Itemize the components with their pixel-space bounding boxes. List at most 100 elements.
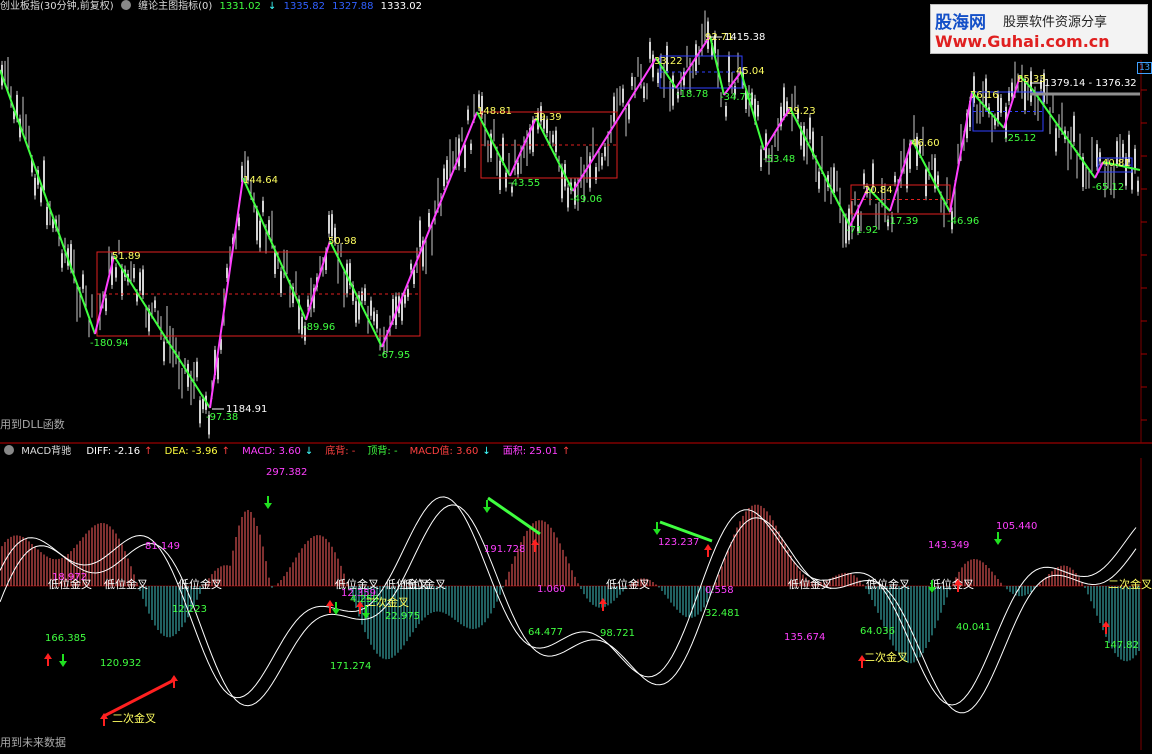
macd-field-2: MACD: 3.60	[242, 446, 301, 457]
candle	[133, 267, 135, 279]
trough-label: -180.94	[90, 338, 129, 349]
candle	[443, 168, 445, 187]
indicator-name[interactable]: 缠论主图指标(0)	[138, 1, 212, 12]
candle	[499, 160, 501, 190]
trough-label: -43.55	[508, 178, 540, 189]
macd-area-label: 143.349	[928, 540, 969, 551]
arrow-down-icon: ↓	[304, 446, 314, 457]
candle	[467, 109, 469, 121]
candle	[502, 137, 504, 162]
candle	[328, 214, 330, 234]
macd-area-label: 135.674	[784, 632, 825, 643]
bi-stroke	[535, 117, 574, 192]
bi-stroke	[209, 177, 244, 409]
arrow-down-icon: ↓	[268, 1, 277, 12]
candle	[226, 267, 228, 279]
candle	[376, 314, 378, 329]
candle	[40, 187, 42, 203]
price-marker-label: 1379.14 - 1376.32	[1044, 78, 1137, 89]
candle	[649, 41, 651, 59]
candle	[1134, 148, 1136, 170]
candle	[259, 220, 261, 248]
bottom-footnote: 用到未来数据	[0, 736, 66, 749]
trough-label: -71.92	[846, 225, 878, 236]
candle	[407, 289, 409, 297]
candle	[163, 341, 165, 362]
peak-label: 76.16	[970, 90, 999, 101]
bi-stroke	[911, 139, 951, 213]
candle	[555, 130, 557, 152]
candle	[725, 105, 727, 117]
candle	[446, 160, 448, 180]
candle	[894, 175, 896, 183]
candle	[818, 171, 820, 189]
candle	[307, 299, 309, 307]
bi-stroke	[381, 111, 478, 348]
bi-stroke	[305, 240, 331, 321]
arrow-up-icon	[599, 598, 607, 611]
candle	[196, 361, 198, 378]
macd-field-5: MACD值: 3.60	[409, 446, 479, 457]
peak-label: 29.23	[787, 106, 816, 117]
candle	[1073, 115, 1075, 142]
candle	[1137, 180, 1139, 192]
candle	[1011, 82, 1013, 97]
kline-chart[interactable]: 51.89144.6450.98148.8139.3933.2292.7145.…	[0, 0, 1152, 750]
second-cross-label: 二次金叉	[365, 595, 409, 609]
arrow-up-icon: ↑	[561, 446, 571, 457]
watermark-logo: 股海网 股票软件资源分享 Www.Guhai.com.cn	[930, 4, 1148, 54]
bi-stroke	[789, 107, 851, 227]
price-marker-label: 1184.91	[226, 404, 267, 415]
macd-area-label: 12.223	[172, 604, 207, 615]
peak-label: 33.22	[654, 56, 683, 67]
peak-label: 51.89	[112, 251, 141, 262]
bi-stroke	[242, 177, 307, 321]
golden-cross-label: 低位金叉	[930, 577, 974, 591]
peak-label: 20.84	[864, 185, 893, 196]
golden-cross-label: 低位金叉	[48, 577, 92, 591]
candle	[809, 117, 811, 140]
candle	[925, 169, 927, 197]
macd-area-label: 81.149	[145, 541, 180, 552]
candle	[657, 72, 659, 84]
value-3: 1327.88	[332, 1, 374, 12]
trough-label: -65.12	[1092, 182, 1124, 193]
macd-area-label: 297.382	[266, 467, 307, 478]
candle	[906, 157, 908, 189]
macd-area-label: 64.477	[528, 627, 563, 638]
bi-stroke	[94, 255, 115, 335]
candle	[238, 217, 240, 227]
candle	[552, 134, 554, 143]
macd-area-label: 191.728	[484, 544, 525, 555]
macd-field-1: DEA: -3.96	[164, 446, 218, 457]
candle	[470, 143, 472, 150]
macd-field-0: DIFF: -2.16	[86, 446, 141, 457]
chart-stage[interactable]: 51.89 144.64 50.98 148.81 39.39 33.22 92.71 45.…	[0, 0, 1152, 750]
candle	[280, 271, 282, 294]
macd-area-label: 1.060	[537, 584, 566, 595]
trough-label: -46.96	[947, 216, 979, 227]
trough-label: -49.06	[570, 194, 602, 205]
candle	[256, 209, 258, 241]
arrow-up-icon	[704, 544, 712, 557]
candle	[643, 86, 645, 99]
candle	[1000, 97, 1002, 113]
golden-cross-label: 二次金叉	[864, 650, 908, 664]
arrow-down-icon	[59, 654, 67, 667]
candle	[34, 177, 36, 196]
macd-area-label: 123.237	[658, 537, 699, 548]
value-1: 1331.02	[219, 1, 261, 12]
settings-icon[interactable]	[120, 0, 131, 10]
peak-label: 45.04	[736, 66, 765, 77]
candle	[202, 398, 204, 410]
macd-indicator-name[interactable]: MACD背驰	[21, 446, 71, 457]
window-title[interactable]: 创业板指(30分钟,前复权)	[0, 1, 114, 12]
arrow-down-icon: ↓	[482, 446, 491, 457]
candle	[115, 267, 117, 278]
candle	[364, 288, 366, 301]
macd-fields: DIFF: -2.16 ↑ DEA: -3.96 ↑ MACD: 3.60 ↓ 底背: -顶…	[78, 446, 574, 457]
candle	[672, 75, 674, 106]
gear-icon[interactable]	[4, 445, 14, 455]
bi-stroke	[709, 35, 725, 96]
candle	[419, 220, 421, 247]
